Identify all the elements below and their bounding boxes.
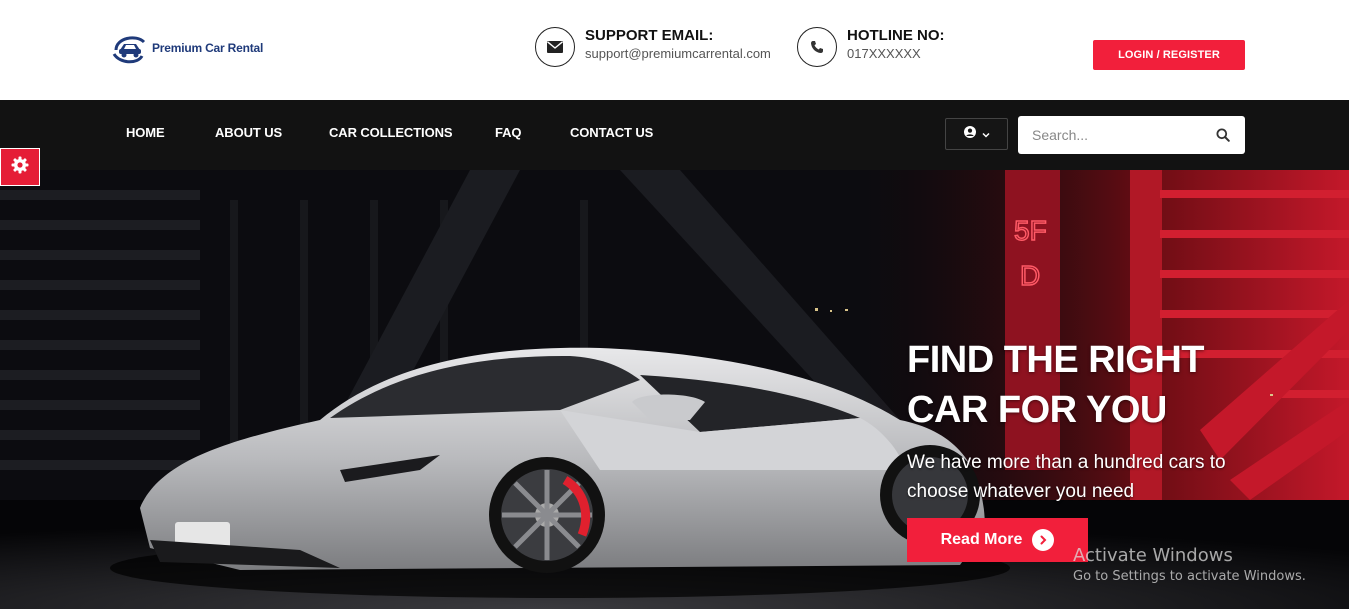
brand-name: Premium Car Rental	[152, 41, 264, 55]
nav-item-car-collections[interactable]: CAR COLLECTIONS	[329, 125, 453, 140]
top-header: Premium Car Rental SUPPORT EMAIL: suppor…	[0, 0, 1349, 100]
phone-icon	[797, 27, 837, 67]
hotline-label: HOTLINE NO:	[847, 27, 945, 44]
gear-icon	[11, 156, 29, 179]
sign-text-zone: D	[1020, 260, 1040, 291]
hotline-value[interactable]: 017XXXXXX	[847, 45, 945, 63]
hotline-block: HOTLINE NO: 017XXXXXX	[797, 27, 945, 67]
support-email-value[interactable]: support@premiumcarrental.com	[585, 45, 771, 63]
watermark-subtitle: Go to Settings to activate Windows.	[1073, 569, 1306, 584]
brand-logo[interactable]: Premium Car Rental	[110, 30, 263, 66]
user-menu-button[interactable]	[945, 118, 1008, 150]
search-input[interactable]	[1018, 127, 1208, 143]
read-more-label: Read More	[940, 531, 1023, 548]
envelope-icon	[535, 27, 575, 67]
search-bar	[1018, 116, 1245, 154]
user-icon	[963, 125, 976, 143]
support-email-label: SUPPORT EMAIL:	[585, 27, 714, 44]
windows-activation-watermark: Activate Windows Go to Settings to activ…	[1073, 545, 1306, 587]
nav-item-contact-us[interactable]: CONTACT US	[570, 125, 653, 140]
login-register-button[interactable]: LOGIN / REGISTER	[1093, 40, 1245, 70]
nav-item-home[interactable]: HOME	[126, 125, 165, 140]
hero-subtitle: We have more than a hundred cars to choo…	[907, 452, 1226, 502]
nav-item-about-us[interactable]: ABOUT US	[215, 125, 282, 140]
watermark-title: Activate Windows	[1073, 545, 1233, 566]
chevron-down-icon	[981, 125, 990, 143]
search-icon[interactable]	[1216, 128, 1230, 147]
arrow-right-icon	[1032, 529, 1055, 551]
settings-toggle[interactable]	[0, 148, 40, 186]
hero-title: FIND THE RIGHT CAR FOR YOU	[907, 339, 1204, 431]
hero-banner: 5F D FIND THE RIGHT CAR FOR YOU We have …	[0, 170, 1349, 609]
sign-text-floor: 5F	[1014, 215, 1047, 246]
support-email-block: SUPPORT EMAIL: support@premiumcarrental.…	[535, 27, 771, 67]
read-more-button[interactable]: Read More	[907, 518, 1088, 562]
nav-item-faq[interactable]: FAQ	[495, 125, 522, 140]
logo-mark-icon	[110, 30, 148, 66]
